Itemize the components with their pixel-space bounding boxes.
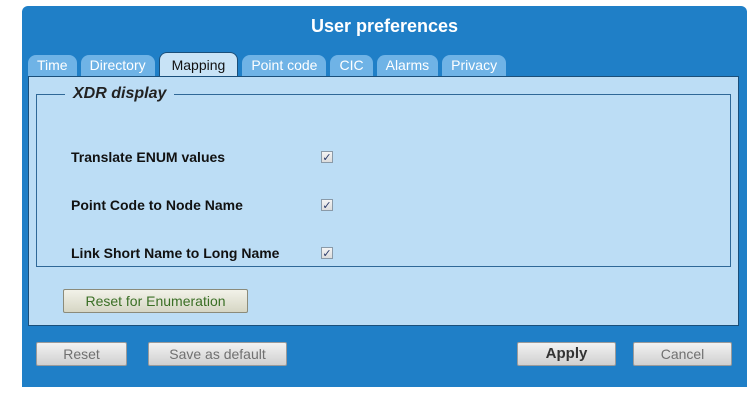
dialog-title: User preferences xyxy=(310,16,459,36)
save-as-default-button[interactable]: Save as default xyxy=(148,342,287,366)
tab-privacy[interactable]: Privacy xyxy=(442,55,507,76)
option-point-code-node-name: Point Code to Node Name ✓ xyxy=(71,195,333,215)
reset-enumeration-button[interactable]: Reset for Enumeration xyxy=(63,289,248,313)
user-preferences-dialog: User preferences Time Directory Mapping … xyxy=(22,6,747,387)
option-label: Link Short Name to Long Name xyxy=(71,245,280,261)
translate-enum-checkbox[interactable]: ✓ xyxy=(321,151,333,164)
cancel-button[interactable]: Cancel xyxy=(633,342,732,366)
option-label: Point Code to Node Name xyxy=(71,197,243,213)
mapping-panel: XDR display Translate ENUM values ✓ Poin… xyxy=(28,76,739,326)
option-label: Translate ENUM values xyxy=(71,149,226,165)
tab-cic[interactable]: CIC xyxy=(330,55,373,76)
tab-point-code[interactable]: Point code xyxy=(242,55,327,76)
tab-alarms[interactable]: Alarms xyxy=(376,55,439,76)
tab-bar: Time Directory Mapping Point code CIC Al… xyxy=(28,52,510,76)
xdr-display-group: XDR display Translate ENUM values ✓ Poin… xyxy=(36,85,731,267)
link-short-long-name-checkbox[interactable]: ✓ xyxy=(321,247,333,260)
reset-button[interactable]: Reset xyxy=(36,342,127,366)
point-code-node-name-checkbox[interactable]: ✓ xyxy=(321,199,333,212)
tab-directory[interactable]: Directory xyxy=(80,55,155,76)
xdr-display-legend: XDR display xyxy=(73,85,167,102)
option-translate-enum: Translate ENUM values ✓ xyxy=(71,147,333,167)
apply-button[interactable]: Apply xyxy=(517,342,616,366)
option-link-short-long-name: Link Short Name to Long Name ✓ xyxy=(71,243,333,263)
tab-time[interactable]: Time xyxy=(28,55,77,76)
tab-mapping[interactable]: Mapping xyxy=(158,52,239,76)
